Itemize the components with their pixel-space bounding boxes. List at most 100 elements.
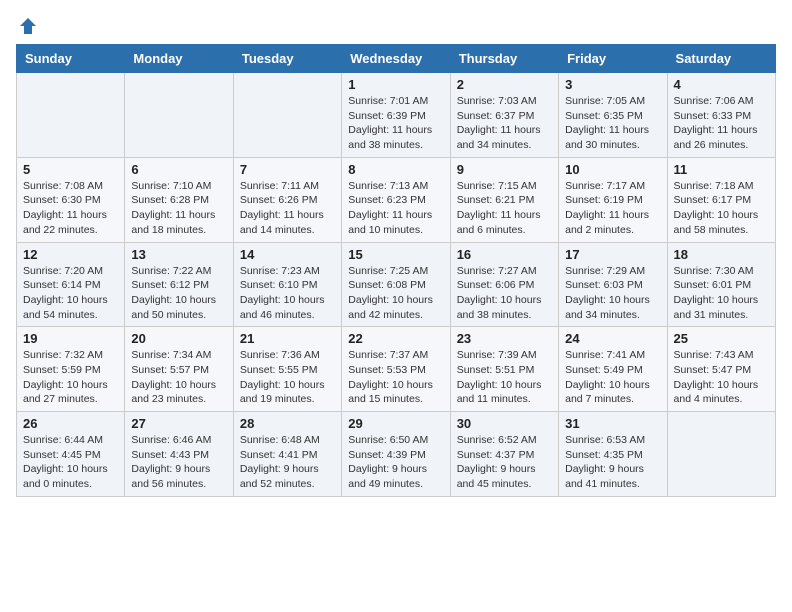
day-number: 10: [565, 162, 660, 177]
calendar-cell: 17Sunrise: 7:29 AM Sunset: 6:03 PM Dayli…: [559, 242, 667, 327]
calendar-cell: [667, 412, 775, 497]
day-info: Sunrise: 7:36 AM Sunset: 5:55 PM Dayligh…: [240, 348, 335, 407]
day-number: 30: [457, 416, 552, 431]
day-number: 13: [131, 247, 226, 262]
day-info: Sunrise: 7:23 AM Sunset: 6:10 PM Dayligh…: [240, 264, 335, 323]
day-number: 15: [348, 247, 443, 262]
day-info: Sunrise: 7:11 AM Sunset: 6:26 PM Dayligh…: [240, 179, 335, 238]
page-header: [16, 16, 776, 36]
day-number: 28: [240, 416, 335, 431]
calendar-cell: 6 Sunrise: 7:10 AM Sunset: 6:28 PM Daylig…: [125, 157, 233, 242]
calendar-cell: 29Sunrise: 6:50 AM Sunset: 4:39 PM Dayli…: [342, 412, 450, 497]
day-info: Sunrise: 6:48 AM Sunset: 4:41 PM Dayligh…: [240, 433, 335, 492]
calendar-cell: 30 Sunrise: 6:52 AM Sunset: 4:37 PM Dayli…: [450, 412, 558, 497]
day-number: 16: [457, 247, 552, 262]
calendar-cell: [125, 73, 233, 158]
calendar-cell: 4 Sunrise: 7:06 AM Sunset: 6:33 PM Daylig…: [667, 73, 775, 158]
calendar-week-row: 19 Sunrise: 7:32 AM Sunset: 5:59 PM Dayli…: [17, 327, 776, 412]
day-info: Sunrise: 6:46 AM Sunset: 4:43 PM Dayligh…: [131, 433, 226, 492]
day-number: 27: [131, 416, 226, 431]
day-number: 21: [240, 331, 335, 346]
day-number: 24: [565, 331, 660, 346]
day-number: 17: [565, 247, 660, 262]
calendar-cell: 2Sunrise: 7:03 AM Sunset: 6:37 PM Daylig…: [450, 73, 558, 158]
day-number: 8: [348, 162, 443, 177]
calendar-cell: 1Sunrise: 7:01 AM Sunset: 6:39 PM Daylig…: [342, 73, 450, 158]
day-number: 7: [240, 162, 335, 177]
logo-icon: [18, 16, 38, 36]
calendar-cell: 7 Sunrise: 7:11 AM Sunset: 6:26 PM Daylig…: [233, 157, 341, 242]
calendar-cell: 23 Sunrise: 7:39 AM Sunset: 5:51 PM Dayli…: [450, 327, 558, 412]
calendar-cell: 25 Sunrise: 7:43 AM Sunset: 5:47 PM Dayli…: [667, 327, 775, 412]
calendar-cell: 19 Sunrise: 7:32 AM Sunset: 5:59 PM Dayli…: [17, 327, 125, 412]
day-info: Sunrise: 6:44 AM Sunset: 4:45 PM Dayligh…: [23, 433, 118, 492]
day-info: Sunrise: 7:01 AM Sunset: 6:39 PM Dayligh…: [348, 94, 443, 153]
day-info: Sunrise: 7:17 AM Sunset: 6:19 PM Dayligh…: [565, 179, 660, 238]
calendar-cell: 12 Sunrise: 7:20 AM Sunset: 6:14 PM Dayli…: [17, 242, 125, 327]
calendar-cell: 24Sunrise: 7:41 AM Sunset: 5:49 PM Dayli…: [559, 327, 667, 412]
day-number: 2: [457, 77, 552, 92]
calendar-cell: 27 Sunrise: 6:46 AM Sunset: 4:43 PM Dayli…: [125, 412, 233, 497]
day-number: 3: [565, 77, 660, 92]
day-info: Sunrise: 7:37 AM Sunset: 5:53 PM Dayligh…: [348, 348, 443, 407]
calendar-week-row: 5Sunrise: 7:08 AM Sunset: 6:30 PM Daylig…: [17, 157, 776, 242]
day-number: 12: [23, 247, 118, 262]
calendar-cell: 15 Sunrise: 7:25 AM Sunset: 6:08 PM Dayli…: [342, 242, 450, 327]
calendar-cell: 8 Sunrise: 7:13 AM Sunset: 6:23 PM Daylig…: [342, 157, 450, 242]
day-info: Sunrise: 7:18 AM Sunset: 6:17 PM Dayligh…: [674, 179, 769, 238]
day-number: 26: [23, 416, 118, 431]
column-header-friday: Friday: [559, 45, 667, 73]
calendar-cell: 10 Sunrise: 7:17 AM Sunset: 6:19 PM Dayli…: [559, 157, 667, 242]
day-info: Sunrise: 7:27 AM Sunset: 6:06 PM Dayligh…: [457, 264, 552, 323]
day-info: Sunrise: 6:53 AM Sunset: 4:35 PM Dayligh…: [565, 433, 660, 492]
day-info: Sunrise: 7:06 AM Sunset: 6:33 PM Dayligh…: [674, 94, 769, 153]
day-info: Sunrise: 7:30 AM Sunset: 6:01 PM Dayligh…: [674, 264, 769, 323]
day-number: 14: [240, 247, 335, 262]
day-number: 22: [348, 331, 443, 346]
calendar-cell: 16 Sunrise: 7:27 AM Sunset: 6:06 PM Dayli…: [450, 242, 558, 327]
calendar-cell: 11 Sunrise: 7:18 AM Sunset: 6:17 PM Dayli…: [667, 157, 775, 242]
day-info: Sunrise: 7:15 AM Sunset: 6:21 PM Dayligh…: [457, 179, 552, 238]
day-number: 23: [457, 331, 552, 346]
calendar-cell: 26 Sunrise: 6:44 AM Sunset: 4:45 PM Dayli…: [17, 412, 125, 497]
logo: [16, 16, 38, 36]
calendar-cell: 31Sunrise: 6:53 AM Sunset: 4:35 PM Dayli…: [559, 412, 667, 497]
day-number: 9: [457, 162, 552, 177]
day-number: 18: [674, 247, 769, 262]
day-info: Sunrise: 7:20 AM Sunset: 6:14 PM Dayligh…: [23, 264, 118, 323]
calendar-cell: 13Sunrise: 7:22 AM Sunset: 6:12 PM Dayli…: [125, 242, 233, 327]
day-info: Sunrise: 7:43 AM Sunset: 5:47 PM Dayligh…: [674, 348, 769, 407]
day-info: Sunrise: 6:52 AM Sunset: 4:37 PM Dayligh…: [457, 433, 552, 492]
column-header-thursday: Thursday: [450, 45, 558, 73]
calendar-cell: 14 Sunrise: 7:23 AM Sunset: 6:10 PM Dayli…: [233, 242, 341, 327]
calendar-cell: 3 Sunrise: 7:05 AM Sunset: 6:35 PM Daylig…: [559, 73, 667, 158]
day-info: Sunrise: 7:25 AM Sunset: 6:08 PM Dayligh…: [348, 264, 443, 323]
calendar-week-row: 26 Sunrise: 6:44 AM Sunset: 4:45 PM Dayli…: [17, 412, 776, 497]
day-info: Sunrise: 7:05 AM Sunset: 6:35 PM Dayligh…: [565, 94, 660, 153]
column-header-sunday: Sunday: [17, 45, 125, 73]
day-info: Sunrise: 7:32 AM Sunset: 5:59 PM Dayligh…: [23, 348, 118, 407]
column-header-saturday: Saturday: [667, 45, 775, 73]
calendar-cell: 5Sunrise: 7:08 AM Sunset: 6:30 PM Daylig…: [17, 157, 125, 242]
day-number: 19: [23, 331, 118, 346]
calendar-header-row: SundayMondayTuesdayWednesdayThursdayFrid…: [17, 45, 776, 73]
day-info: Sunrise: 7:10 AM Sunset: 6:28 PM Dayligh…: [131, 179, 226, 238]
calendar-cell: 18 Sunrise: 7:30 AM Sunset: 6:01 PM Dayli…: [667, 242, 775, 327]
column-header-monday: Monday: [125, 45, 233, 73]
day-number: 11: [674, 162, 769, 177]
day-number: 20: [131, 331, 226, 346]
calendar-cell: 28 Sunrise: 6:48 AM Sunset: 4:41 PM Dayli…: [233, 412, 341, 497]
day-info: Sunrise: 7:34 AM Sunset: 5:57 PM Dayligh…: [131, 348, 226, 407]
day-number: 6: [131, 162, 226, 177]
day-info: Sunrise: 7:39 AM Sunset: 5:51 PM Dayligh…: [457, 348, 552, 407]
column-header-tuesday: Tuesday: [233, 45, 341, 73]
day-number: 4: [674, 77, 769, 92]
day-number: 29: [348, 416, 443, 431]
calendar-cell: 9 Sunrise: 7:15 AM Sunset: 6:21 PM Daylig…: [450, 157, 558, 242]
day-info: Sunrise: 7:13 AM Sunset: 6:23 PM Dayligh…: [348, 179, 443, 238]
calendar-week-row: 12 Sunrise: 7:20 AM Sunset: 6:14 PM Dayli…: [17, 242, 776, 327]
day-number: 5: [23, 162, 118, 177]
calendar-cell: [233, 73, 341, 158]
day-number: 25: [674, 331, 769, 346]
calendar-cell: 21 Sunrise: 7:36 AM Sunset: 5:55 PM Dayli…: [233, 327, 341, 412]
